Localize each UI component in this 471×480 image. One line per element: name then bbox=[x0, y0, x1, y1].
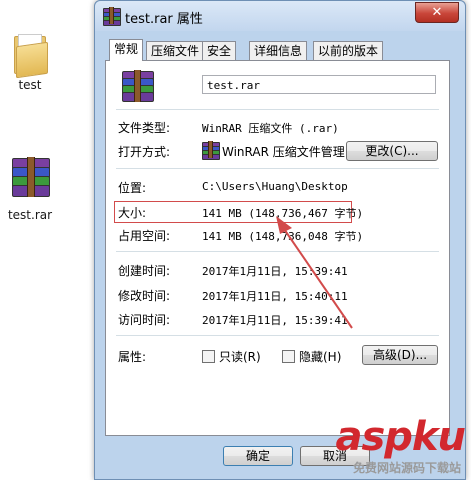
watermark-logo: aspku bbox=[335, 414, 466, 460]
tab-general[interactable]: 常规 bbox=[109, 39, 144, 61]
annotation-arrow bbox=[276, 216, 353, 329]
watermark-subtitle: 免费网站源码下载站 bbox=[352, 461, 461, 475]
